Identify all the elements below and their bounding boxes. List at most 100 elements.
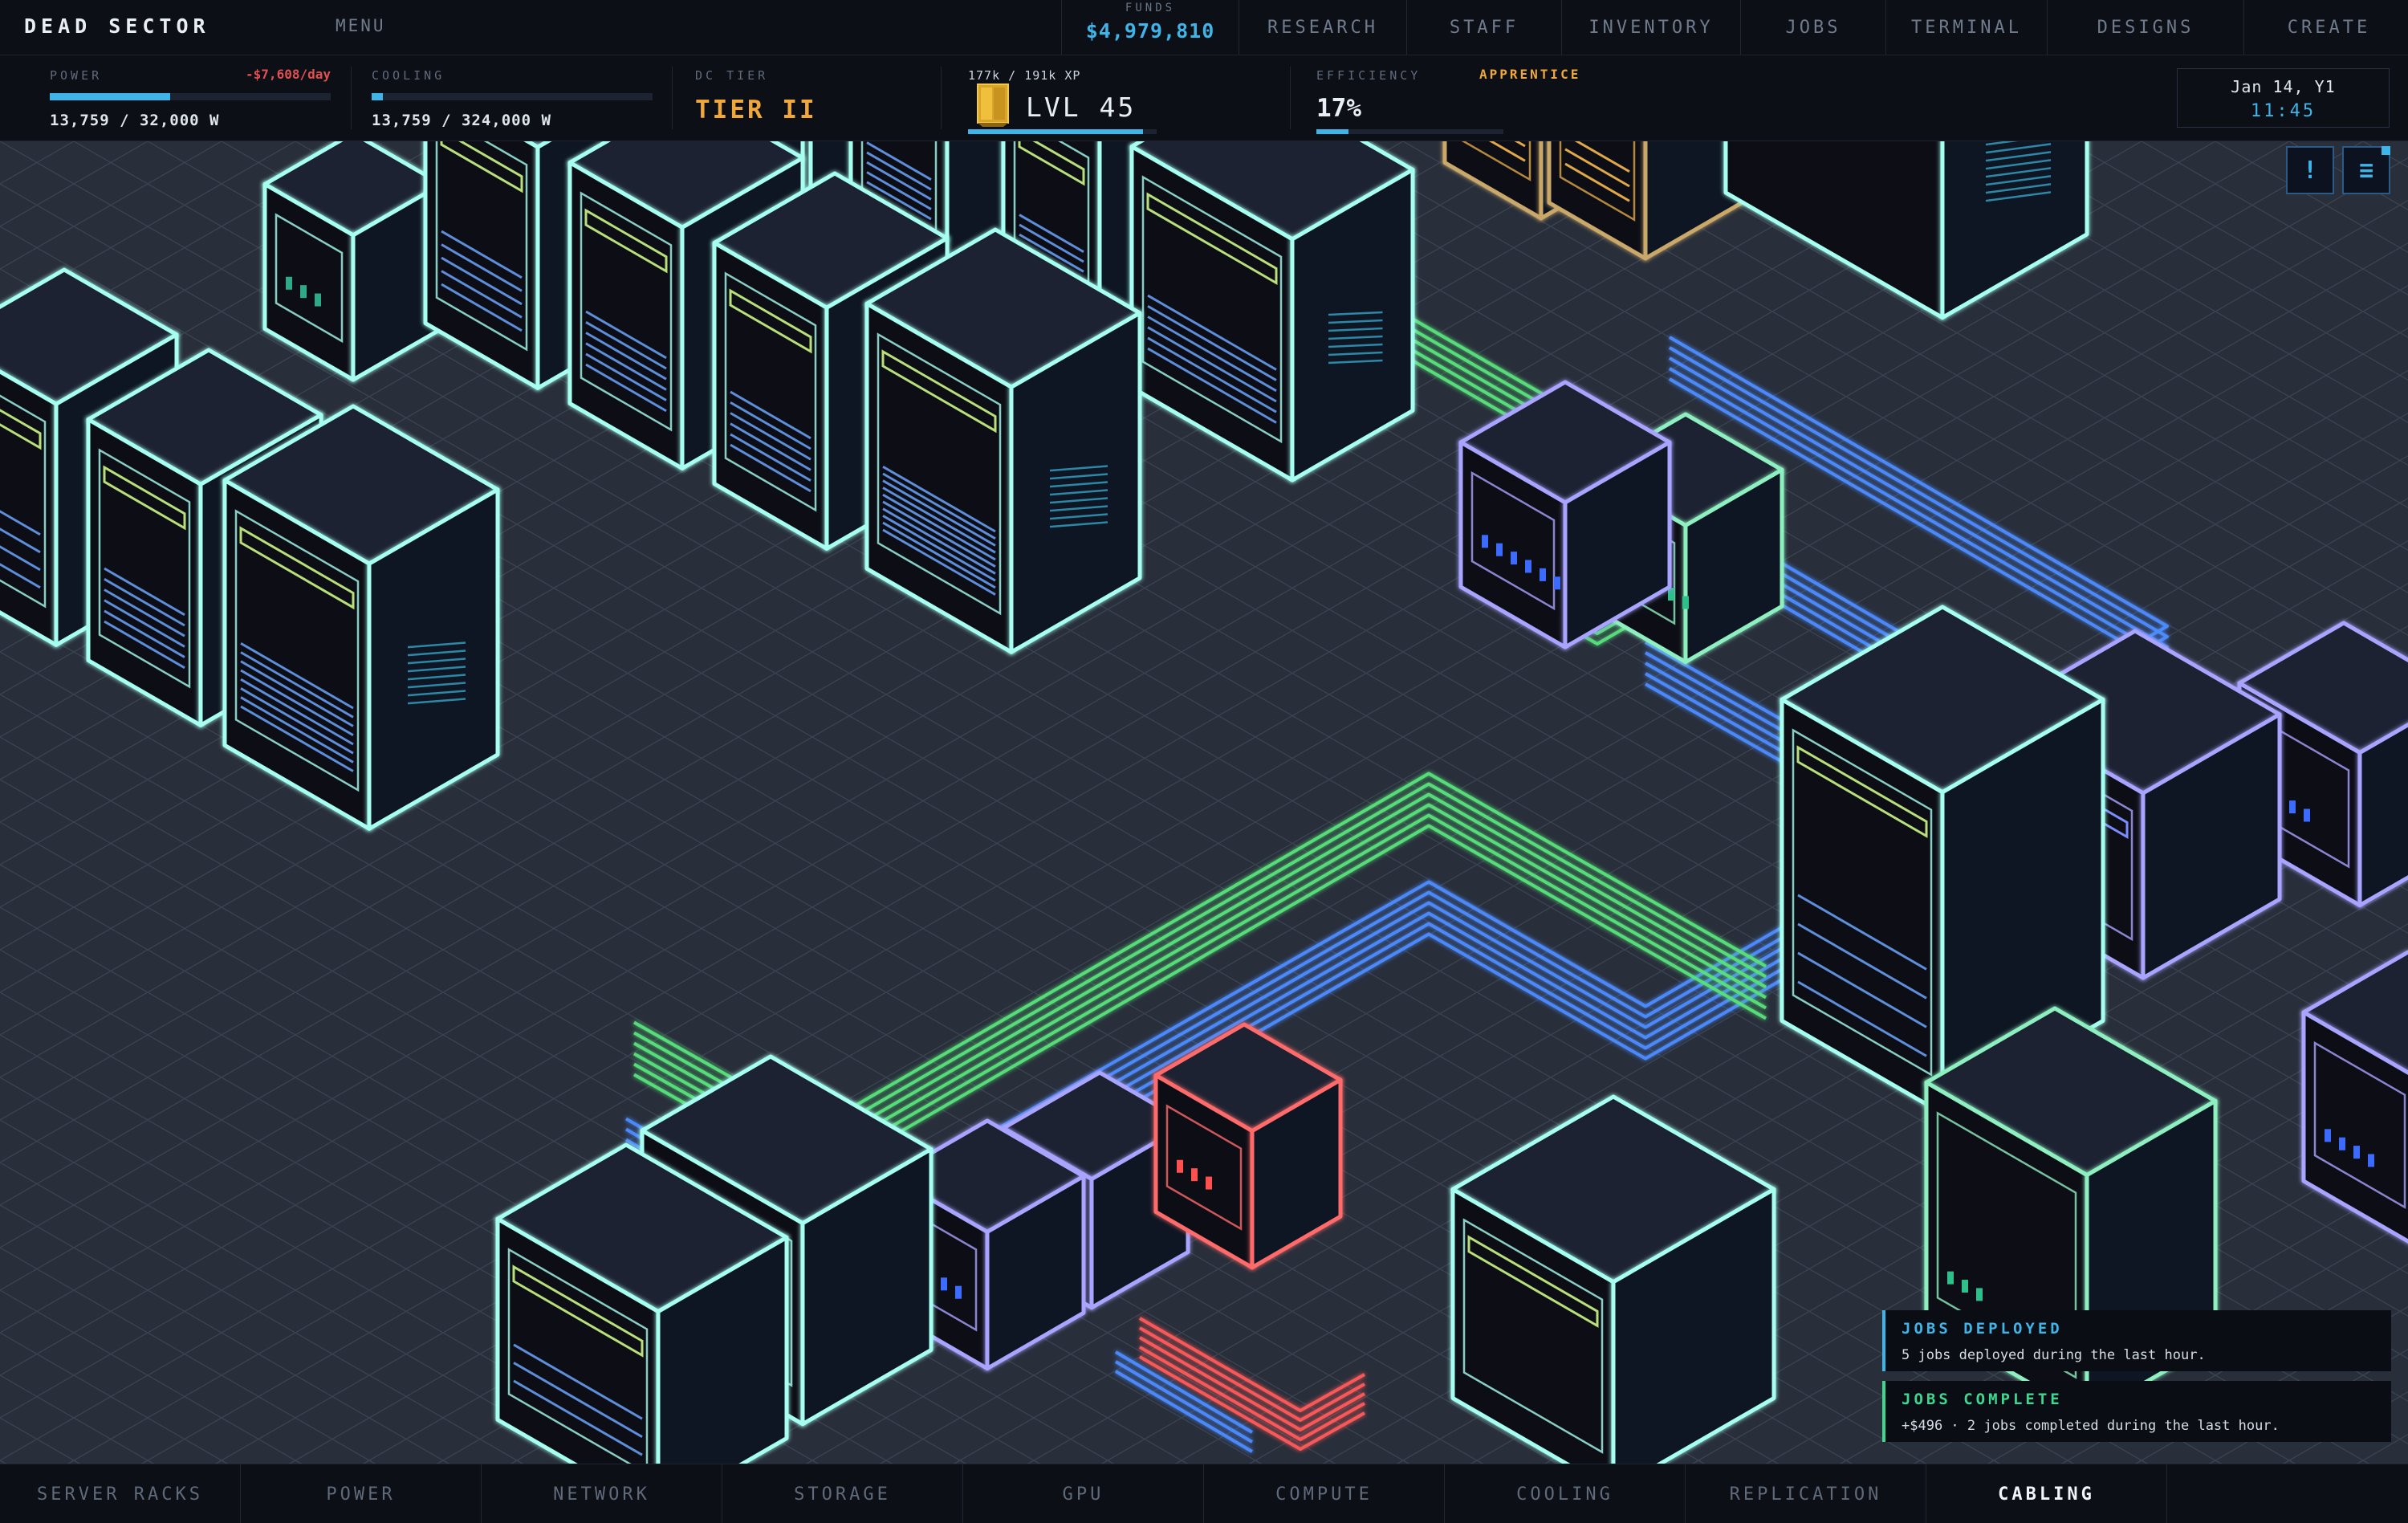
gpu-unit-right-low-led bbox=[1962, 1280, 1968, 1293]
category-cooling[interactable]: COOLING bbox=[1445, 1464, 1686, 1523]
tier-value: TIER II bbox=[695, 96, 817, 124]
tab-designs[interactable]: DESIGNS bbox=[2047, 0, 2243, 55]
compute-node-right-low-led bbox=[2353, 1146, 2360, 1159]
layers-button[interactable]: ≡ bbox=[2342, 146, 2390, 194]
clock-display: Jan 14, Y1 11:45 bbox=[2177, 68, 2390, 128]
cooling-stat: COOLING 13,759 / 324,000 W bbox=[372, 55, 653, 140]
alerts-button[interactable]: ! bbox=[2286, 146, 2334, 194]
app-title: DEAD SECTOR bbox=[24, 14, 210, 38]
funds-display: FUNDS $4,979,810 bbox=[1061, 0, 1239, 55]
tier-label: DC TIER bbox=[695, 68, 769, 83]
xp-bar-fill bbox=[968, 129, 1143, 134]
floor-canvas[interactable] bbox=[0, 141, 2408, 1464]
stats-bar: POWER -$7,608/day 13,759 / 32,000 W COOL… bbox=[0, 55, 2408, 141]
cooling-unit-left-led bbox=[315, 293, 321, 307]
xp-label: 177k / 191k XP bbox=[968, 68, 1081, 83]
build-category-bar: SERVER RACKS POWER NETWORK STORAGE GPU C… bbox=[0, 1464, 2408, 1523]
notification-body: +$496 · 2 jobs completed during the last… bbox=[1902, 1418, 2280, 1434]
stat-divider bbox=[351, 67, 352, 129]
cooling-unit-left[interactable] bbox=[262, 141, 444, 382]
notification-title: JOBS DEPLOYED bbox=[1902, 1320, 2063, 1338]
compute-node-right-low-led bbox=[2368, 1154, 2374, 1167]
category-gpu[interactable]: GPU bbox=[963, 1464, 1204, 1523]
notification-body: 5 jobs deployed during the last hour. bbox=[1902, 1347, 2206, 1363]
rank-badge: APPRENTICE bbox=[1479, 67, 1581, 82]
cooling-unit-left-led bbox=[300, 285, 307, 299]
stat-divider bbox=[672, 67, 673, 129]
level-value: LVL 45 bbox=[1026, 92, 1137, 123]
gpu-unit-center-led bbox=[1682, 596, 1689, 609]
compute-node-center-led bbox=[1482, 535, 1488, 548]
tab-research[interactable]: RESEARCH bbox=[1239, 0, 1406, 55]
category-network[interactable]: NETWORK bbox=[482, 1464, 722, 1523]
efficiency-bar-fill bbox=[1316, 129, 1348, 134]
efficiency-value: 17% bbox=[1316, 94, 1361, 123]
cooling-label: COOLING bbox=[372, 68, 445, 83]
exclamation-icon: ! bbox=[2302, 156, 2318, 185]
power-cost: -$7,608/day bbox=[246, 67, 331, 82]
tab-staff[interactable]: STAFF bbox=[1406, 0, 1561, 55]
compute-node-right-low-led bbox=[2325, 1129, 2331, 1142]
cooling-value: 13,759 / 324,000 W bbox=[372, 112, 551, 129]
category-server-racks[interactable]: SERVER RACKS bbox=[0, 1464, 241, 1523]
xp-stat: 177k / 191k XP LVL 45 bbox=[968, 55, 1161, 140]
gpu-unit-right-low-led bbox=[1976, 1288, 1983, 1301]
tab-inventory[interactable]: INVENTORY bbox=[1561, 0, 1740, 55]
game-root: DEAD SECTOR MENU FUNDS $4,979,810 RESEAR… bbox=[0, 0, 2408, 1523]
power-bar bbox=[50, 93, 331, 100]
category-power[interactable]: POWER bbox=[241, 1464, 482, 1523]
notification-jobs-complete[interactable]: JOBS COMPLETE +$496 · 2 jobs completed d… bbox=[1882, 1381, 2391, 1442]
top-bar: DEAD SECTOR MENU FUNDS $4,979,810 RESEAR… bbox=[0, 0, 2408, 55]
notification-jobs-deployed[interactable]: JOBS DEPLOYED 5 jobs deployed during the… bbox=[1882, 1310, 2391, 1371]
xp-bar bbox=[968, 129, 1157, 134]
gpu-unit-center-led bbox=[1668, 588, 1674, 601]
compute-node-center-led bbox=[1540, 568, 1546, 581]
efficiency-stat: EFFICIENCY APPRENTICE 17% bbox=[1316, 55, 1637, 140]
cooling-bar-fill bbox=[372, 93, 383, 100]
overheat-node-led bbox=[1177, 1159, 1183, 1173]
compute-node-bottom-2-led bbox=[955, 1285, 962, 1299]
game-date: Jan 14, Y1 bbox=[2231, 77, 2336, 96]
stat-divider bbox=[1290, 67, 1291, 129]
nav-tabs: RESEARCH STAFF INVENTORY JOBS TERMINAL D… bbox=[1239, 0, 2408, 55]
cooling-bar bbox=[372, 93, 653, 100]
game-time: 11:45 bbox=[2250, 101, 2316, 121]
category-compute[interactable]: COMPUTE bbox=[1204, 1464, 1445, 1523]
category-cabling[interactable]: CABLING bbox=[1926, 1464, 2167, 1523]
power-bar-fill bbox=[50, 93, 170, 100]
compute-node-center-led bbox=[1496, 543, 1503, 556]
tab-terminal[interactable]: TERMINAL bbox=[1885, 0, 2047, 55]
funds-label: FUNDS bbox=[1125, 2, 1176, 14]
hamburger-icon: ≡ bbox=[2358, 156, 2374, 185]
category-storage[interactable]: STORAGE bbox=[722, 1464, 963, 1523]
power-label: POWER bbox=[50, 68, 103, 83]
compute-node-right-edge-led bbox=[2304, 808, 2310, 822]
notification-dot bbox=[2382, 146, 2390, 155]
compute-node-bottom-2-led bbox=[941, 1277, 947, 1291]
stat-divider bbox=[941, 67, 942, 129]
overheat-node-led bbox=[1191, 1168, 1198, 1182]
funds-value: $4,979,810 bbox=[1085, 19, 1215, 43]
category-replication[interactable]: REPLICATION bbox=[1686, 1464, 1926, 1523]
tier-stat: DC TIER TIER II bbox=[695, 55, 936, 140]
isometric-floor-view[interactable]: ! ≡ JOBS DEPLOYED 5 jobs deployed during… bbox=[0, 141, 2408, 1464]
server-rack-mid-4[interactable] bbox=[864, 227, 1142, 654]
overheat-node-led bbox=[1206, 1176, 1212, 1190]
power-stat: POWER -$7,608/day 13,759 / 32,000 W bbox=[50, 55, 331, 140]
efficiency-label: EFFICIENCY bbox=[1316, 68, 1422, 83]
tab-jobs[interactable]: JOBS bbox=[1740, 0, 1885, 55]
gpu-unit-right-low-led bbox=[1947, 1271, 1954, 1285]
notification-title: JOBS COMPLETE bbox=[1902, 1391, 2063, 1408]
tab-create[interactable]: CREATE bbox=[2243, 0, 2408, 55]
server-rack-front-3[interactable] bbox=[222, 404, 500, 831]
compute-node-right-low-led bbox=[2339, 1137, 2345, 1150]
cooling-unit-left-led bbox=[286, 276, 292, 290]
menu-button[interactable]: MENU bbox=[336, 16, 386, 35]
compute-node-center-led bbox=[1525, 560, 1531, 573]
efficiency-bar bbox=[1316, 129, 1503, 134]
power-value: 13,759 / 32,000 W bbox=[50, 112, 220, 129]
compute-node-center-led bbox=[1554, 576, 1560, 590]
compute-node-center-led bbox=[1511, 552, 1517, 565]
compute-node-right-edge-led bbox=[2289, 800, 2296, 814]
level-badge-icon bbox=[976, 83, 1010, 127]
